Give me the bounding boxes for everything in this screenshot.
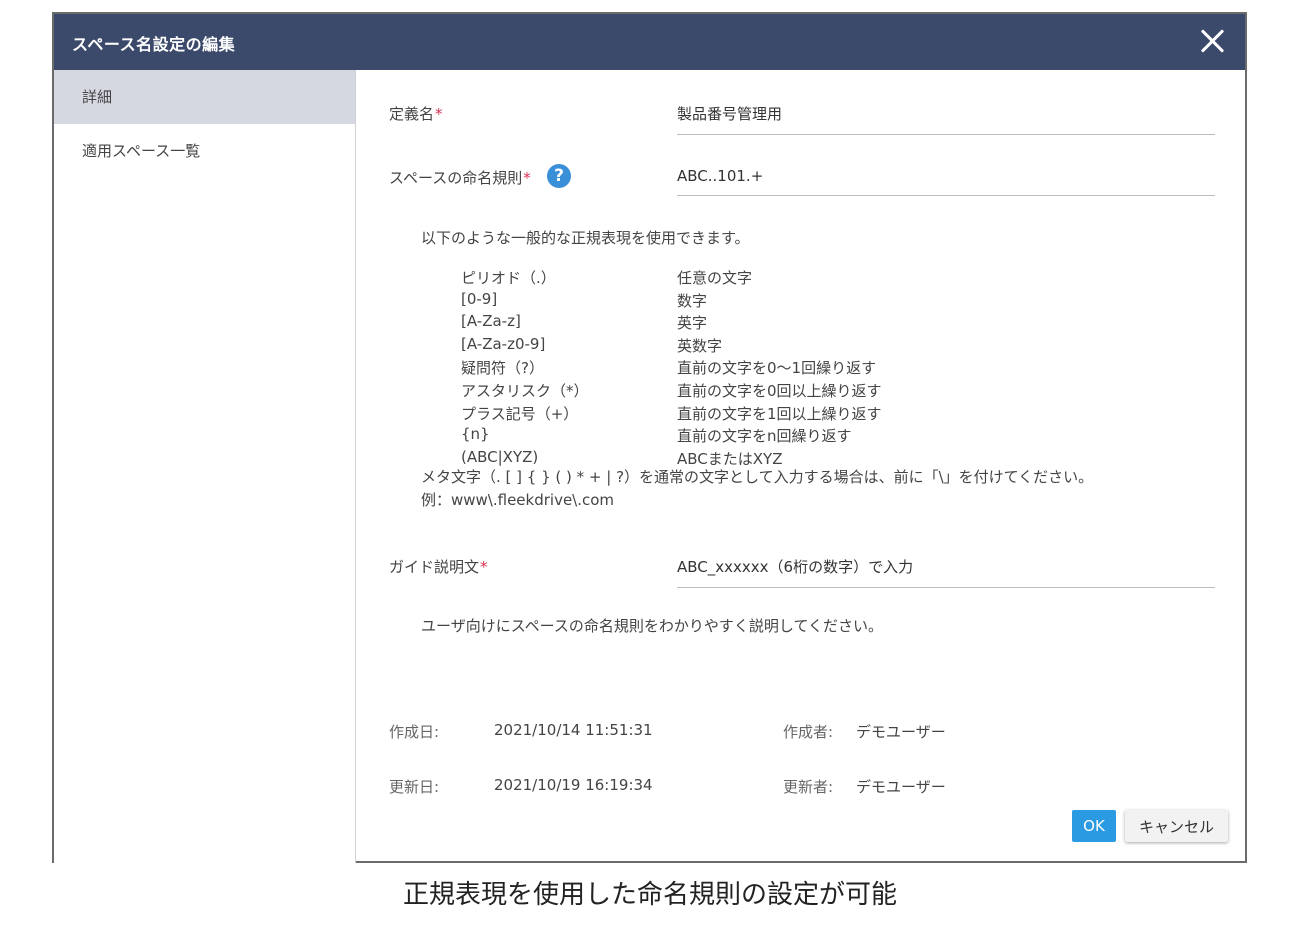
- required-mark: *: [523, 169, 531, 187]
- definition-name-label: 定義名*: [389, 103, 443, 124]
- created-date-value: 2021/10/14 11:51:31: [494, 721, 653, 739]
- regex-symbol: (ABC|XYZ): [461, 447, 539, 466]
- regex-symbol: 疑問符（?）: [461, 359, 544, 378]
- required-mark: *: [480, 558, 488, 576]
- guide-text-input[interactable]: ABC_xxxxxx（6桁の数字）で入力: [677, 556, 1215, 588]
- regex-symbol: [A-Za-z]: [461, 312, 521, 331]
- regex-description: 直前の文字を0回以上繰り返す: [677, 381, 882, 400]
- dialog-titlebar: スペース名設定の編集: [54, 14, 1245, 70]
- close-icon[interactable]: [1199, 28, 1225, 54]
- regex-description: 直前の文字を1回以上繰り返す: [677, 404, 882, 423]
- updated-date-label: 更新日:: [389, 778, 440, 796]
- regex-description: 英数字: [677, 336, 723, 355]
- regex-description: 直前の文字を0〜1回繰り返す: [677, 359, 877, 378]
- guide-hint: ユーザ向けにスペースの命名規則をわかりやすく説明してください。: [421, 617, 884, 635]
- sidebar-item-applied-spaces[interactable]: 適用スペース一覧: [54, 124, 355, 178]
- definition-name-label-text: 定義名: [389, 105, 435, 123]
- edit-space-name-dialog: スペース名設定の編集 詳細 適用スペース一覧 定義名* 製品番号管理用 スペース…: [52, 12, 1247, 863]
- regex-description: 任意の文字: [677, 269, 753, 287]
- naming-rule-label-text: スペースの命名規則: [389, 169, 523, 187]
- regex-description: 数字: [677, 291, 708, 310]
- creator-label: 作成者:: [783, 723, 834, 741]
- updated-date-value: 2021/10/19 16:19:34: [494, 776, 653, 794]
- regex-description: 直前の文字をn回繰り返す: [677, 427, 852, 446]
- regex-symbol: アスタリスク（*）: [461, 381, 589, 400]
- regex-symbol: プラス記号（+）: [461, 404, 579, 423]
- regex-symbol: [0-9]: [461, 289, 498, 308]
- updater-label: 更新者:: [783, 778, 834, 796]
- dialog-title: スペース名設定の編集: [72, 35, 236, 54]
- regex-symbol: [A-Za-z0-9]: [461, 334, 546, 353]
- naming-rule-label: スペースの命名規則*: [389, 167, 531, 188]
- page-caption: 正規表現を使用した命名規則の設定が可能: [402, 880, 897, 910]
- regex-intro: 以下のような一般的な正規表現を使用できます。: [421, 229, 750, 247]
- help-icon[interactable]: ?: [547, 164, 571, 188]
- regex-symbol: ピリオド（.）: [461, 269, 556, 287]
- regex-example: 例：www\.fleekdrive\.com: [421, 491, 615, 509]
- regex-description: 英字: [677, 314, 708, 333]
- meta-character-note: メタ文字（. [ ] { } ( ) * + | ?）を通常の文字として入力する…: [421, 468, 1094, 486]
- required-mark: *: [435, 105, 443, 123]
- regex-symbol: {n}: [461, 425, 490, 444]
- updater-value: デモユーザー: [856, 778, 946, 796]
- ok-button[interactable]: OK: [1072, 810, 1116, 842]
- naming-rule-input[interactable]: ABC..101.+: [677, 167, 1215, 196]
- guide-text-label-text: ガイド説明文: [389, 558, 480, 576]
- definition-name-input[interactable]: 製品番号管理用: [677, 103, 1215, 135]
- cancel-button[interactable]: キャンセル: [1125, 810, 1228, 842]
- form-panel: 定義名* 製品番号管理用 スペースの命名規則* ? ABC..101.+ 以下の…: [357, 70, 1247, 863]
- guide-text-label: ガイド説明文*: [389, 556, 488, 577]
- created-date-label: 作成日:: [389, 723, 440, 741]
- creator-value: デモユーザー: [856, 723, 946, 741]
- sidebar-item-details[interactable]: 詳細: [54, 70, 355, 124]
- sidebar: 詳細 適用スペース一覧: [54, 70, 356, 863]
